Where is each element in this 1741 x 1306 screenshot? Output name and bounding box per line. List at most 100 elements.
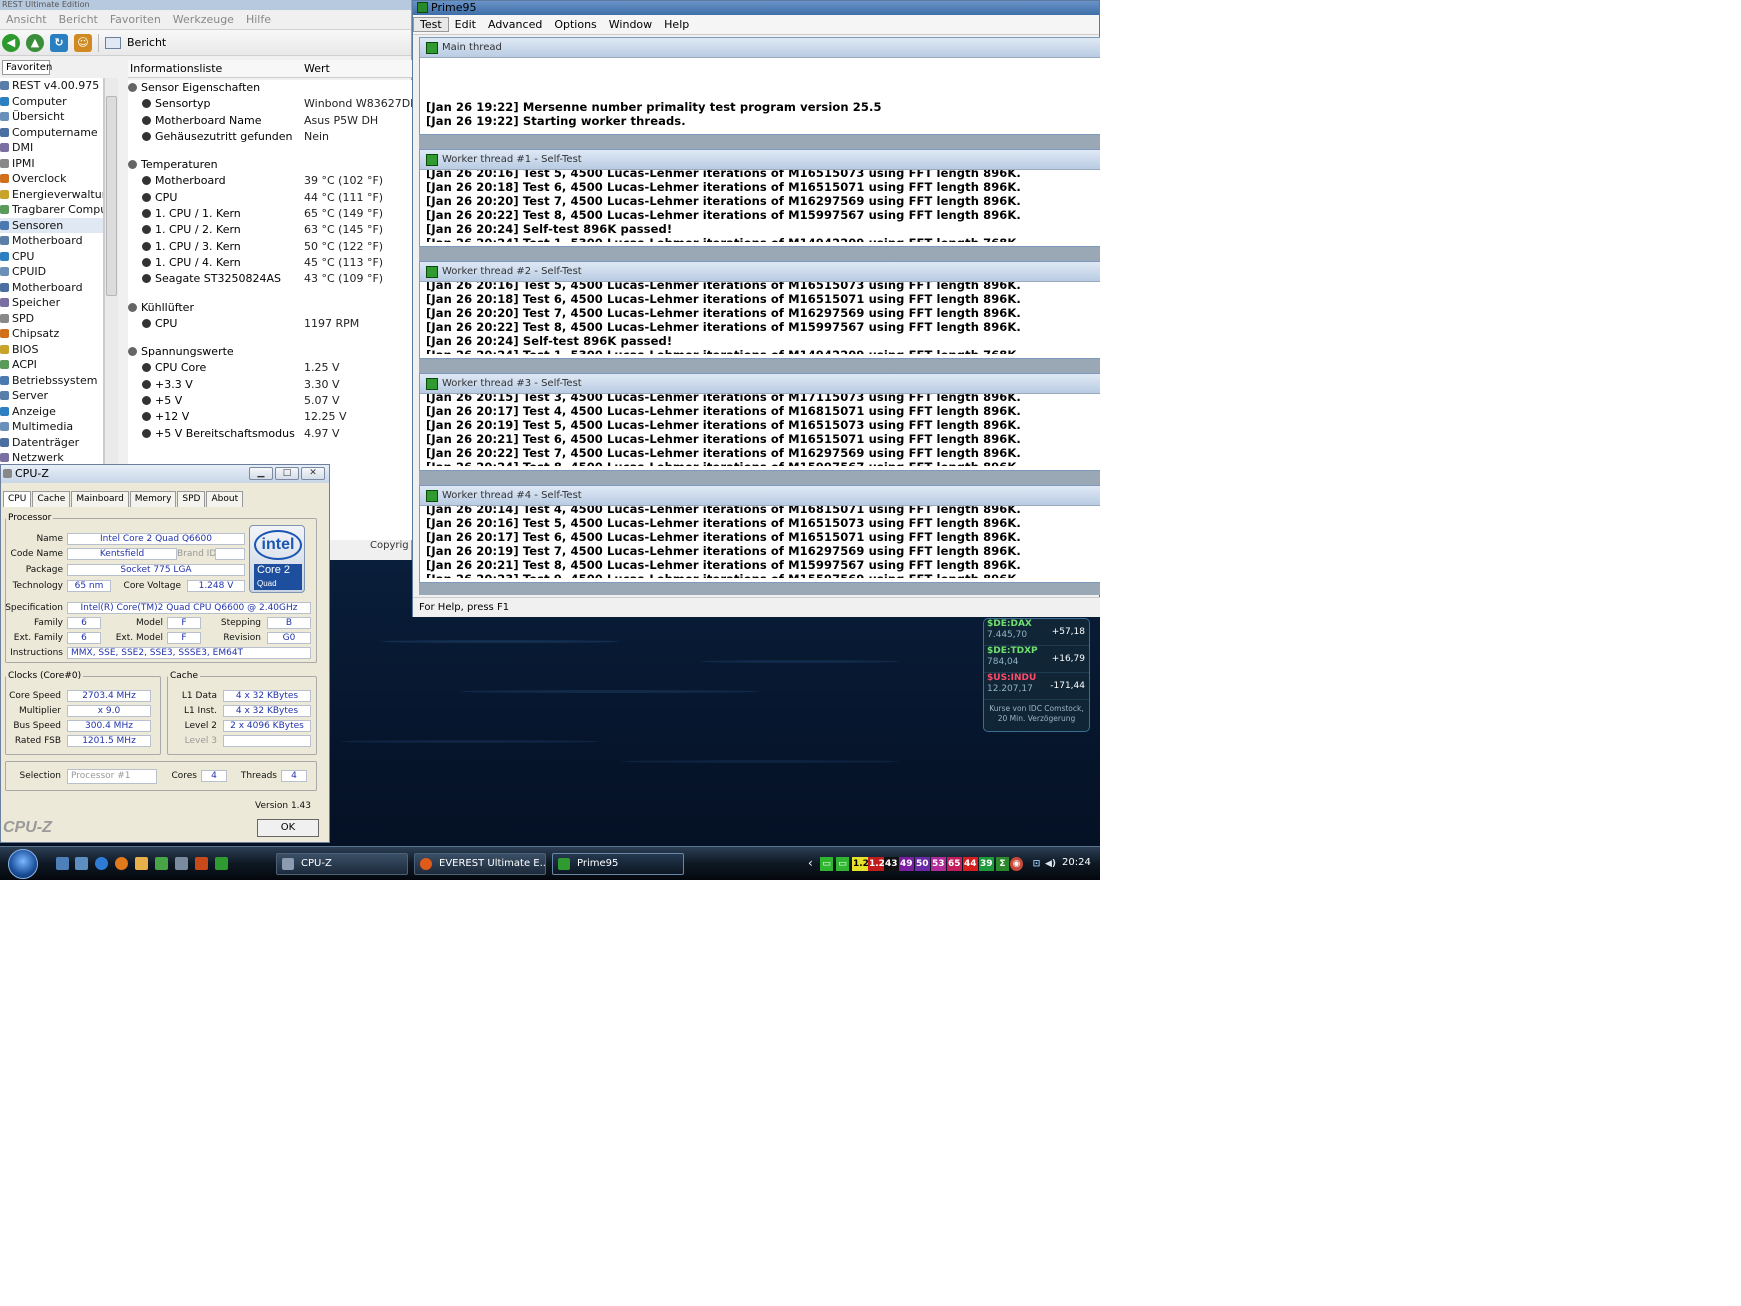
tree-item[interactable]: Energieverwaltung [0, 187, 103, 203]
tree-item[interactable]: Motherboard [0, 280, 103, 296]
tree-item[interactable]: Chipsatz [0, 326, 103, 342]
prime95-thread-window[interactable]: Worker thread #2 - Self-Test [Jan 26 20:1… [419, 261, 1100, 359]
column-header-value[interactable]: Wert [304, 60, 330, 77]
tab-memory[interactable]: Memory [129, 491, 177, 507]
tray-monitor-icon[interactable]: ▭ [820, 857, 833, 871]
stocks-gadget[interactable]: $DE:DAX 7.445,70 +57,18 $DE:TDXP 784,04 +16,7… [983, 618, 1090, 732]
sensor-row[interactable]: Gehäusezutritt gefunden Nein [128, 129, 412, 145]
minimize-button[interactable]: ▁ [249, 467, 273, 480]
thread-window-titlebar[interactable]: Worker thread #2 - Self-Test [420, 262, 1100, 282]
tree-item[interactable]: Sensoren [0, 217, 103, 233]
tree-scrollbar[interactable] [104, 78, 118, 478]
stock-row[interactable]: $DE:DAX 7.445,70 +57,18 [984, 619, 1089, 646]
menu-advanced[interactable]: Advanced [482, 18, 548, 31]
sensor-row[interactable]: 1. CPU / 4. Kern 45 °C (113 °F) [128, 255, 412, 271]
maximize-button[interactable]: □ [275, 467, 299, 480]
tree-item[interactable]: Server [0, 388, 103, 404]
start-button[interactable] [8, 849, 38, 879]
cpuz-titlebar[interactable]: CPU-Z ▁ □ ✕ [1, 465, 329, 483]
menu-window[interactable]: Window [603, 18, 658, 31]
sensor-row[interactable]: +12 V 12.25 V [128, 409, 412, 425]
tab-mainboard[interactable]: Mainboard [71, 491, 129, 507]
network-icon[interactable] [155, 857, 168, 870]
sensor-row[interactable]: +5 V 5.07 V [128, 393, 412, 409]
report-button[interactable]: Bericht [127, 36, 166, 49]
tree-item[interactable]: REST v4.00.975 [0, 78, 103, 94]
tray-network-icon[interactable]: ⊡ [1030, 857, 1043, 871]
tree-item[interactable]: ACPI [0, 357, 103, 373]
up-icon[interactable]: ▲ [26, 33, 44, 52]
menu-favoriten[interactable]: Favoriten [104, 13, 167, 26]
taskbar-button-everest[interactable]: EVEREST Ultimate E... [414, 853, 546, 875]
tray-expand-icon[interactable]: ‹ [808, 856, 813, 870]
tray-value[interactable]: 44 [963, 857, 978, 871]
tree-item[interactable]: Overclock [0, 171, 103, 187]
tree-item[interactable]: Computer [0, 94, 103, 110]
favorites-tab[interactable]: Favoriten [2, 60, 52, 75]
sensor-row[interactable]: Sensortyp Winbond W83627DHG [128, 96, 412, 112]
column-header-name[interactable]: Informationsliste [128, 60, 304, 77]
sensor-group-header[interactable]: Sensor Eigenschaften [128, 80, 412, 96]
sensor-group-header[interactable]: Kühllüfter [128, 300, 412, 316]
thread-window-titlebar[interactable]: Main thread [420, 38, 1100, 58]
prime95-thread-window[interactable]: Worker thread #4 - Self-Test [Jan 26 20:1… [419, 485, 1100, 583]
tree-item[interactable]: DMI [0, 140, 103, 156]
sensor-row[interactable]: 1. CPU / 1. Kern 65 °C (149 °F) [128, 206, 412, 222]
tab-cache[interactable]: Cache [32, 491, 71, 507]
tree-scrollbar-thumb[interactable] [106, 96, 117, 296]
tree-item[interactable]: Computername [0, 125, 103, 141]
messenger-icon[interactable] [135, 857, 148, 870]
menu-hilfe[interactable]: Hilfe [240, 13, 277, 26]
menu-werkzeuge[interactable]: Werkzeuge [167, 13, 240, 26]
close-icon[interactable]: ✕ [301, 467, 325, 480]
tab-spd[interactable]: SPD [177, 491, 206, 507]
tray-volume-icon[interactable]: ◀) [1044, 857, 1057, 871]
sensor-row[interactable]: 1. CPU / 3. Kern 50 °C (122 °F) [128, 239, 412, 255]
back-icon[interactable]: ◀ [2, 33, 20, 52]
refresh-icon[interactable]: ↻ [50, 33, 68, 52]
internet-explorer-icon[interactable] [95, 857, 108, 870]
thread-window-titlebar[interactable]: Worker thread #4 - Self-Test [420, 486, 1100, 506]
menu-options[interactable]: Options [548, 18, 602, 31]
tray-value[interactable]: 43 [884, 857, 899, 871]
sensor-group-header[interactable]: Temperaturen [128, 157, 412, 173]
tree-item[interactable]: Übersicht [0, 109, 103, 125]
prime95-thread-window[interactable]: Worker thread #1 - Self-Test [Jan 26 20:1… [419, 149, 1100, 247]
menu-bericht[interactable]: Bericht [53, 13, 104, 26]
stock-row[interactable]: $US:INDU 12.207,17 -171,44 [984, 673, 1089, 700]
sensor-row[interactable]: +3.3 V 3.30 V [128, 377, 412, 393]
tray-monitor-icon[interactable]: ▭ [836, 857, 849, 871]
tray-everest-icon[interactable]: ◉ [1010, 857, 1023, 871]
tray-value[interactable]: 50 [915, 857, 930, 871]
ok-button[interactable]: OK [257, 819, 319, 837]
tray-value[interactable]: 39 [979, 857, 994, 871]
users-icon[interactable]: ☺ [74, 33, 92, 52]
sensor-row[interactable]: Motherboard 39 °C (102 °F) [128, 173, 412, 189]
tray-value[interactable]: 53 [931, 857, 946, 871]
tray-value[interactable]: 49 [899, 857, 914, 871]
thread-window-titlebar[interactable]: Worker thread #3 - Self-Test [420, 374, 1100, 394]
menu-edit[interactable]: Edit [449, 18, 482, 31]
sensor-row[interactable]: CPU Core 1.25 V [128, 360, 412, 376]
tree-item[interactable]: CPU [0, 249, 103, 265]
tree-item[interactable]: Tragbarer Compute [0, 202, 103, 218]
sensor-row[interactable]: 1. CPU / 2. Kern 63 °C (145 °F) [128, 222, 412, 238]
tray-value[interactable]: 65 [947, 857, 962, 871]
thread-window-titlebar[interactable]: Worker thread #1 - Self-Test [420, 150, 1100, 170]
tree-item[interactable]: IPMI [0, 156, 103, 172]
tree-item[interactable]: Datenträger [0, 435, 103, 451]
app-icon[interactable] [195, 857, 208, 870]
sensor-group-header[interactable]: Spannungswerte [128, 344, 412, 360]
everest-titlebar[interactable]: REST Ultimate Edition [0, 0, 411, 10]
prime95-titlebar[interactable]: Prime95 [413, 1, 1099, 15]
tree-item[interactable]: Anzeige [0, 404, 103, 420]
tab-cpu[interactable]: CPU [3, 491, 32, 507]
prime95-thread-window[interactable]: Worker thread #3 - Self-Test [Jan 26 20:1… [419, 373, 1100, 471]
report-icon[interactable] [105, 36, 121, 49]
sensor-row[interactable]: CPU 44 °C (111 °F) [128, 190, 412, 206]
clock[interactable]: 20:24 [1062, 857, 1091, 868]
tab-about[interactable]: About [206, 491, 244, 507]
sensor-row[interactable]: CPU 1197 RPM [128, 316, 412, 332]
tree-item[interactable]: Multimedia [0, 419, 103, 435]
selection-dropdown[interactable]: Processor #1 [67, 769, 157, 784]
